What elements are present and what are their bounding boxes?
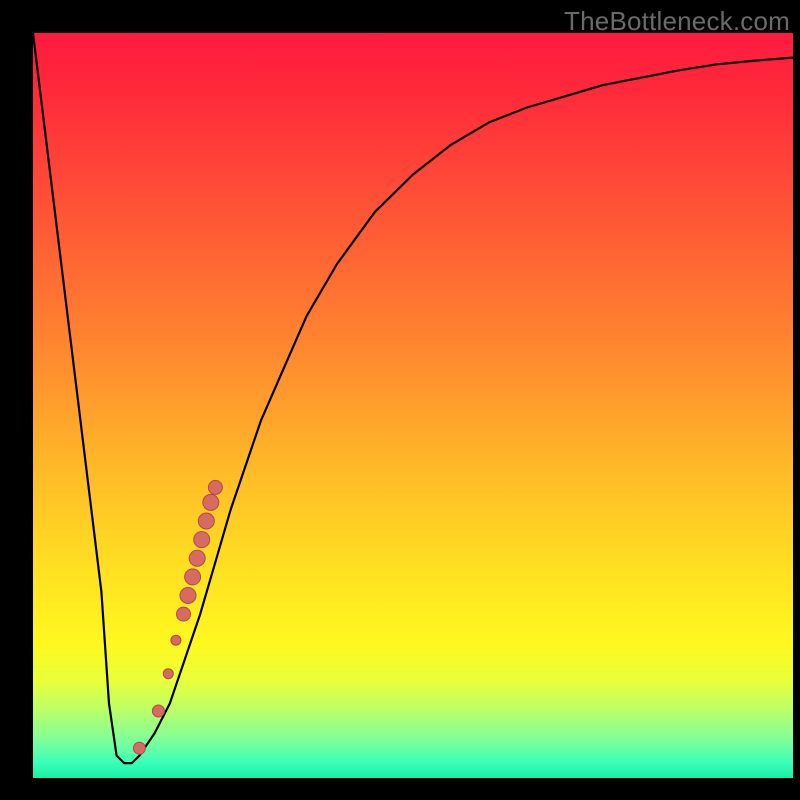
- chart-marker: [203, 494, 219, 510]
- chart-marker: [180, 588, 196, 604]
- chart-plot-area: [33, 33, 793, 778]
- bottleneck-curve: [33, 33, 793, 763]
- chart-marker: [163, 669, 173, 679]
- chart-marker: [133, 742, 145, 754]
- chart-marker: [189, 550, 205, 566]
- chart-marker: [208, 480, 222, 494]
- chart-marker: [185, 569, 201, 585]
- watermark-text: TheBottleneck.com: [564, 6, 790, 37]
- chart-marker: [152, 705, 164, 717]
- chart-marker: [198, 513, 214, 529]
- chart-svg: [33, 33, 793, 778]
- chart-frame: TheBottleneck.com: [0, 0, 800, 800]
- chart-markers: [133, 480, 222, 754]
- chart-marker: [194, 532, 210, 548]
- chart-marker: [177, 607, 191, 621]
- chart-marker: [171, 635, 181, 645]
